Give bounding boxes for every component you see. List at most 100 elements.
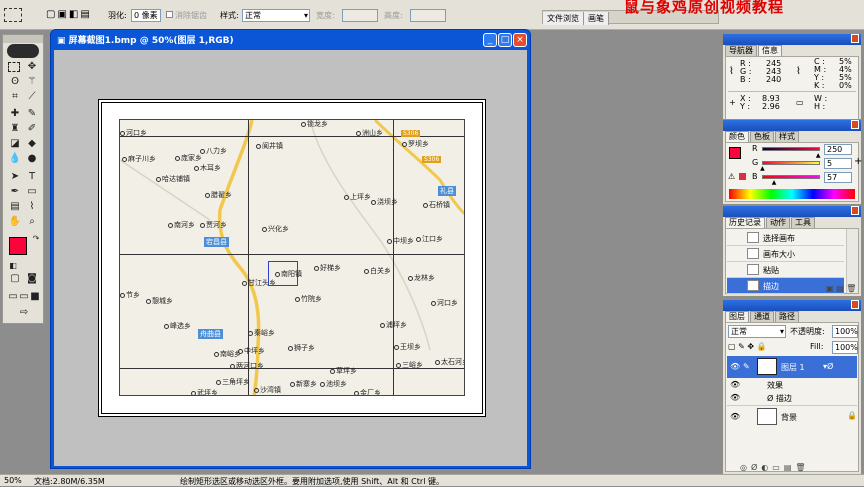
tab-history[interactable]: 历史记录 bbox=[725, 217, 765, 228]
color-b-slider[interactable] bbox=[762, 175, 820, 179]
style-select[interactable]: 正常 ▾ bbox=[242, 9, 310, 22]
lock-icons[interactable]: ▢ ✎ ✥ 🔒 bbox=[728, 342, 767, 351]
layers-panel-titlebar[interactable] bbox=[723, 300, 861, 311]
quick-mask-icon[interactable]: ◙ bbox=[25, 273, 39, 285]
maximize-button[interactable]: □ bbox=[498, 33, 512, 47]
effects-icon[interactable]: ▾Ø bbox=[823, 362, 833, 371]
info-panel-titlebar[interactable] bbox=[723, 34, 861, 45]
lasso-tool-icon[interactable]: ʘ bbox=[8, 76, 22, 88]
fill-input[interactable]: 100% bbox=[832, 341, 858, 354]
tab-info[interactable]: 信息 bbox=[758, 45, 782, 56]
zoom-tool-icon[interactable]: ⌕ bbox=[25, 216, 39, 228]
history-step-icon bbox=[747, 264, 759, 275]
history-item[interactable]: 画布大小 bbox=[727, 246, 844, 262]
tab-swatches[interactable]: 色板 bbox=[750, 131, 774, 142]
palette-well-tab-brushes[interactable]: 画笔 bbox=[584, 12, 609, 25]
width-input[interactable] bbox=[342, 9, 378, 22]
history-action-icons[interactable]: ▣ ▤ 🗑 bbox=[826, 284, 856, 293]
grid-line-h1 bbox=[120, 254, 464, 255]
crop-tool-icon[interactable]: ⌗ bbox=[8, 91, 22, 103]
close-icon[interactable] bbox=[851, 120, 859, 129]
tab-navigator[interactable]: 导航器 bbox=[725, 45, 757, 56]
minimize-button[interactable]: _ bbox=[483, 33, 497, 47]
clone-stamp-icon[interactable]: ♜ bbox=[8, 123, 22, 135]
blur-tool-icon[interactable]: 💧 bbox=[8, 153, 22, 165]
adobe-logo-icon[interactable] bbox=[7, 44, 39, 58]
eye-icon[interactable]: 👁 bbox=[730, 362, 740, 371]
screen-mode-full-icon[interactable]: ■ bbox=[28, 291, 42, 303]
shape-tool-icon[interactable]: ▭ bbox=[25, 186, 39, 198]
tab-layers[interactable]: 图层 bbox=[725, 311, 749, 322]
hand-tool-icon[interactable]: ✋ bbox=[8, 216, 22, 228]
brush-tool-icon[interactable]: ✎ bbox=[25, 108, 39, 120]
antialias-checkbox[interactable] bbox=[166, 11, 173, 18]
layer-row[interactable]: 👁 背景 🔒 bbox=[727, 405, 857, 427]
path-select-icon[interactable]: ➤ bbox=[8, 171, 22, 183]
close-icon[interactable] bbox=[851, 34, 859, 43]
foreground-color-swatch[interactable] bbox=[729, 147, 741, 159]
layer-action-icons[interactable]: ◎Ø◐▭▤🗑 bbox=[740, 463, 810, 472]
layer-row-selected[interactable]: 👁 ✎ 图层 1 ▾Ø bbox=[727, 356, 857, 378]
history-item[interactable]: 选择画布 bbox=[727, 230, 844, 246]
paint-bucket-icon[interactable]: ◆ bbox=[25, 138, 39, 150]
color-b-thumb[interactable]: ▲ bbox=[772, 179, 777, 186]
opacity-input[interactable]: 100% bbox=[832, 325, 858, 338]
color-r-input[interactable]: 250 bbox=[824, 144, 852, 155]
chevron-down-icon: ▾ bbox=[303, 11, 308, 20]
map-place-label: 狮子乡 bbox=[288, 343, 315, 353]
effects-row[interactable]: 👁 效果 bbox=[727, 378, 857, 391]
selection-mode-icons[interactable]: ▢▣◧▤ bbox=[46, 9, 92, 20]
color-b-input[interactable]: 57 bbox=[824, 172, 852, 183]
marquee-tool-icon[interactable] bbox=[8, 62, 20, 72]
color-g-slider[interactable] bbox=[762, 161, 820, 165]
zoom-level[interactable]: 50% bbox=[4, 476, 22, 485]
gamut-swatch[interactable] bbox=[739, 173, 746, 180]
color-g-input[interactable]: 5 bbox=[824, 158, 852, 169]
feather-input[interactable]: 0 像素 bbox=[131, 9, 161, 22]
marquee-preset-icon[interactable] bbox=[4, 8, 22, 22]
tab-color[interactable]: 颜色 bbox=[725, 131, 749, 142]
blend-mode-select[interactable]: 正常 ▾ bbox=[728, 325, 786, 338]
dodge-tool-icon[interactable]: ● bbox=[25, 153, 39, 165]
pen-tool-icon[interactable]: ✒ bbox=[8, 186, 22, 198]
height-input[interactable] bbox=[410, 9, 446, 22]
standard-mode-icon[interactable]: ▢ bbox=[8, 273, 22, 285]
type-tool-icon[interactable]: T bbox=[25, 171, 39, 183]
color-panel-titlebar[interactable] bbox=[723, 120, 861, 131]
color-r-thumb[interactable]: ▲ bbox=[816, 152, 821, 159]
history-brush-icon[interactable]: ✐ bbox=[25, 123, 39, 135]
notes-tool-icon[interactable]: ▤ bbox=[8, 201, 22, 213]
close-button[interactable]: × bbox=[513, 33, 527, 47]
close-icon[interactable] bbox=[851, 206, 859, 215]
canvas-area[interactable]: 河口乡 麻子川乡 八力乡 庞家乡 木耳乡 哈达铺镇 腊翟乡 南河乡 贾河乡 兴化乡 阆井镇 锁龙乡 洲山… bbox=[54, 50, 527, 466]
eye-icon[interactable]: 👁 bbox=[730, 393, 740, 402]
toolbox-grip[interactable] bbox=[3, 35, 43, 43]
move-tool-icon[interactable]: ✥ bbox=[25, 61, 39, 73]
map-image[interactable]: 河口乡 麻子川乡 八力乡 庞家乡 木耳乡 哈达铺镇 腊翟乡 南河乡 贾河乡 兴化乡 阆井镇 锁龙乡 洲山… bbox=[119, 119, 465, 396]
color-g-thumb[interactable]: ▲ bbox=[760, 165, 765, 172]
tab-channels[interactable]: 通道 bbox=[750, 311, 774, 322]
close-icon[interactable] bbox=[851, 300, 859, 309]
tab-tools[interactable]: 工具 bbox=[791, 217, 815, 228]
eyedropper-icon[interactable]: ⌇ bbox=[25, 201, 39, 213]
palette-well-tab-file-browser[interactable]: 文件浏览 bbox=[543, 12, 584, 25]
tab-paths[interactable]: 路径 bbox=[775, 311, 799, 322]
color-r-slider[interactable] bbox=[762, 147, 820, 151]
stroke-effect-row[interactable]: 👁 Ø 描边 bbox=[727, 391, 857, 404]
slice-tool-icon[interactable]: ⟋ bbox=[25, 91, 39, 103]
eye-icon[interactable]: 👁 bbox=[730, 412, 740, 421]
history-item[interactable]: 粘贴 bbox=[727, 262, 844, 278]
magic-wand-tool-icon[interactable]: ⚚ bbox=[25, 76, 39, 88]
default-colors-icon[interactable]: ◧ bbox=[6, 260, 20, 272]
tab-actions[interactable]: 动作 bbox=[766, 217, 790, 228]
foreground-color-swatch[interactable] bbox=[9, 237, 27, 255]
history-panel-titlebar[interactable] bbox=[723, 206, 861, 217]
tab-styles[interactable]: 样式 bbox=[775, 131, 799, 142]
map-county-label: 舟曲县 bbox=[198, 329, 223, 339]
healing-brush-icon[interactable]: ✚ bbox=[8, 108, 22, 120]
color-ramp[interactable] bbox=[729, 189, 855, 199]
swap-colors-icon[interactable]: ↷ bbox=[29, 233, 43, 245]
jump-to-imageready-icon[interactable]: ⇨ bbox=[13, 307, 35, 319]
eye-icon[interactable]: 👁 bbox=[730, 380, 740, 389]
eraser-tool-icon[interactable]: ◪ bbox=[8, 138, 22, 150]
